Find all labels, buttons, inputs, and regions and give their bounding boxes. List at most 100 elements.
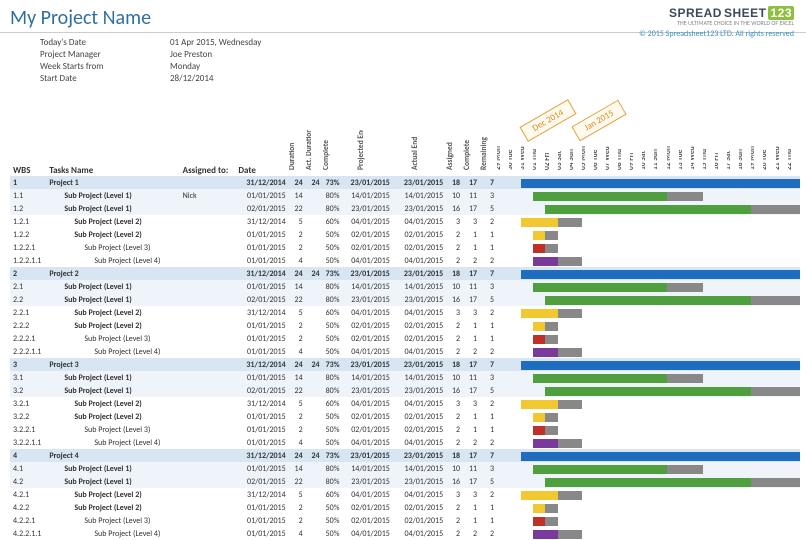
cell-asg[interactable]: 10 (446, 280, 463, 293)
cell-dur[interactable]: 22 (289, 293, 306, 306)
table-row[interactable]: 2.2.2.1.1Sub Project (Level 4)01/01/2015… (10, 345, 800, 358)
cell-dur[interactable]: 5 (289, 488, 306, 501)
cell-rem[interactable]: 2 (480, 488, 497, 501)
cell-dur[interactable]: 2 (289, 423, 306, 436)
cell-asg[interactable]: 2 (446, 332, 463, 345)
cell-comp[interactable]: 73% (323, 358, 340, 371)
cell-asg[interactable]: 2 (446, 514, 463, 527)
cell-assigned[interactable] (180, 332, 236, 345)
cell-dur[interactable]: 2 (289, 514, 306, 527)
cell-dur[interactable]: 4 (289, 436, 306, 449)
cell-wbs[interactable]: 4.1 (10, 462, 46, 475)
cell-dur[interactable]: 22 (289, 475, 306, 488)
cell-date[interactable]: 01/01/2015 (235, 345, 288, 358)
cell-comp[interactable]: 80% (323, 293, 340, 306)
cell-asg[interactable]: 2 (446, 527, 463, 540)
cell-comp[interactable]: 50% (323, 410, 340, 423)
cell-comp[interactable]: 80% (323, 189, 340, 202)
cell-task[interactable]: Sub Project (Level 1) (46, 189, 179, 202)
cell-wbs[interactable]: 4.2 (10, 475, 46, 488)
table-row[interactable]: 3.2.2Sub Project (Level 2)01/01/2015250%… (10, 410, 800, 423)
cell-aend[interactable]: 23/01/2015 (393, 176, 446, 189)
cell-adur[interactable]: 24 (306, 176, 323, 189)
cell-aend[interactable]: 02/01/2015 (393, 514, 446, 527)
cell-adur[interactable] (306, 332, 323, 345)
cell-task[interactable]: Sub Project (Level 1) (46, 384, 179, 397)
cell-wbs[interactable]: 2.2.2.1 (10, 332, 46, 345)
cell-adur[interactable] (306, 306, 323, 319)
cell-comp[interactable]: 50% (323, 514, 340, 527)
cell-dur[interactable]: 4 (289, 345, 306, 358)
cell-wbs[interactable]: 2 (10, 267, 46, 280)
cell-adur[interactable] (306, 475, 323, 488)
cell-task[interactable]: Sub Project (Level 2) (46, 410, 179, 423)
cell-cmp[interactable]: 2 (463, 345, 480, 358)
cell-rem[interactable]: 5 (480, 202, 497, 215)
cell-task[interactable]: Sub Project (Level 2) (46, 397, 179, 410)
cell-task[interactable]: Sub Project (Level 4) (46, 345, 179, 358)
table-row[interactable]: 2.2.2.1Sub Project (Level 3)01/01/201525… (10, 332, 800, 345)
cell-asg[interactable]: 2 (446, 241, 463, 254)
cell-cmp[interactable]: 11 (463, 280, 480, 293)
cell-pend[interactable]: 02/01/2015 (340, 241, 393, 254)
cell-assigned[interactable] (180, 202, 236, 215)
cell-rem[interactable]: 1 (480, 319, 497, 332)
cell-cmp[interactable]: 2 (463, 527, 480, 540)
cell-pend[interactable]: 23/01/2015 (340, 475, 393, 488)
table-row[interactable]: 1.2.1Sub Project (Level 2)31/12/2014560%… (10, 215, 800, 228)
cell-cmp[interactable]: 17 (463, 176, 480, 189)
cell-adur[interactable] (306, 410, 323, 423)
cell-aend[interactable]: 04/01/2015 (393, 527, 446, 540)
cell-rem[interactable]: 3 (480, 371, 497, 384)
cell-asg[interactable]: 2 (446, 345, 463, 358)
cell-pend[interactable]: 04/01/2015 (340, 397, 393, 410)
cell-adur[interactable]: 24 (306, 358, 323, 371)
cell-asg[interactable]: 10 (446, 189, 463, 202)
cell-cmp[interactable]: 1 (463, 514, 480, 527)
cell-adur[interactable] (306, 462, 323, 475)
cell-cmp[interactable]: 3 (463, 397, 480, 410)
cell-assigned[interactable] (180, 267, 236, 280)
cell-cmp[interactable]: 1 (463, 319, 480, 332)
cell-asg[interactable]: 2 (446, 501, 463, 514)
cell-pend[interactable]: 02/01/2015 (340, 319, 393, 332)
cell-pend[interactable]: 23/01/2015 (340, 384, 393, 397)
cell-assigned[interactable] (180, 397, 236, 410)
cell-adur[interactable] (306, 371, 323, 384)
cell-dur[interactable]: 22 (289, 384, 306, 397)
cell-dur[interactable]: 22 (289, 202, 306, 215)
cell-cmp[interactable]: 17 (463, 449, 480, 462)
cell-rem[interactable]: 7 (480, 267, 497, 280)
cell-date[interactable]: 01/01/2015 (235, 189, 288, 202)
cell-rem[interactable]: 7 (480, 358, 497, 371)
cell-pend[interactable]: 14/01/2015 (340, 371, 393, 384)
cell-rem[interactable]: 3 (480, 462, 497, 475)
cell-aend[interactable]: 04/01/2015 (393, 254, 446, 267)
cell-comp[interactable]: 50% (323, 254, 340, 267)
cell-rem[interactable]: 1 (480, 423, 497, 436)
cell-date[interactable]: 01/01/2015 (235, 280, 288, 293)
table-row[interactable]: 3Project 331/12/2014242473%23/01/201523/… (10, 358, 800, 371)
cell-date[interactable]: 31/12/2014 (235, 449, 288, 462)
cell-pend[interactable]: 02/01/2015 (340, 332, 393, 345)
cell-asg[interactable]: 2 (446, 436, 463, 449)
cell-aend[interactable]: 02/01/2015 (393, 410, 446, 423)
cell-comp[interactable]: 50% (323, 423, 340, 436)
cell-rem[interactable]: 3 (480, 189, 497, 202)
table-row[interactable]: 3.2.2.1Sub Project (Level 3)01/01/201525… (10, 423, 800, 436)
cell-adur[interactable]: 24 (306, 267, 323, 280)
cell-pend[interactable]: 02/01/2015 (340, 423, 393, 436)
cell-rem[interactable]: 2 (480, 527, 497, 540)
cell-task[interactable]: Sub Project (Level 2) (46, 215, 179, 228)
cell-task[interactable]: Sub Project (Level 1) (46, 371, 179, 384)
cell-task[interactable]: Project 3 (46, 358, 179, 371)
cell-task[interactable]: Sub Project (Level 3) (46, 423, 179, 436)
cell-assigned[interactable] (180, 436, 236, 449)
cell-wbs[interactable]: 3.2.2.1.1 (10, 436, 46, 449)
cell-aend[interactable]: 14/01/2015 (393, 280, 446, 293)
cell-date[interactable]: 02/01/2015 (235, 475, 288, 488)
table-row[interactable]: 4.2.2Sub Project (Level 2)01/01/2015250%… (10, 501, 800, 514)
cell-rem[interactable]: 2 (480, 215, 497, 228)
cell-cmp[interactable]: 3 (463, 488, 480, 501)
cell-comp[interactable]: 73% (323, 176, 340, 189)
